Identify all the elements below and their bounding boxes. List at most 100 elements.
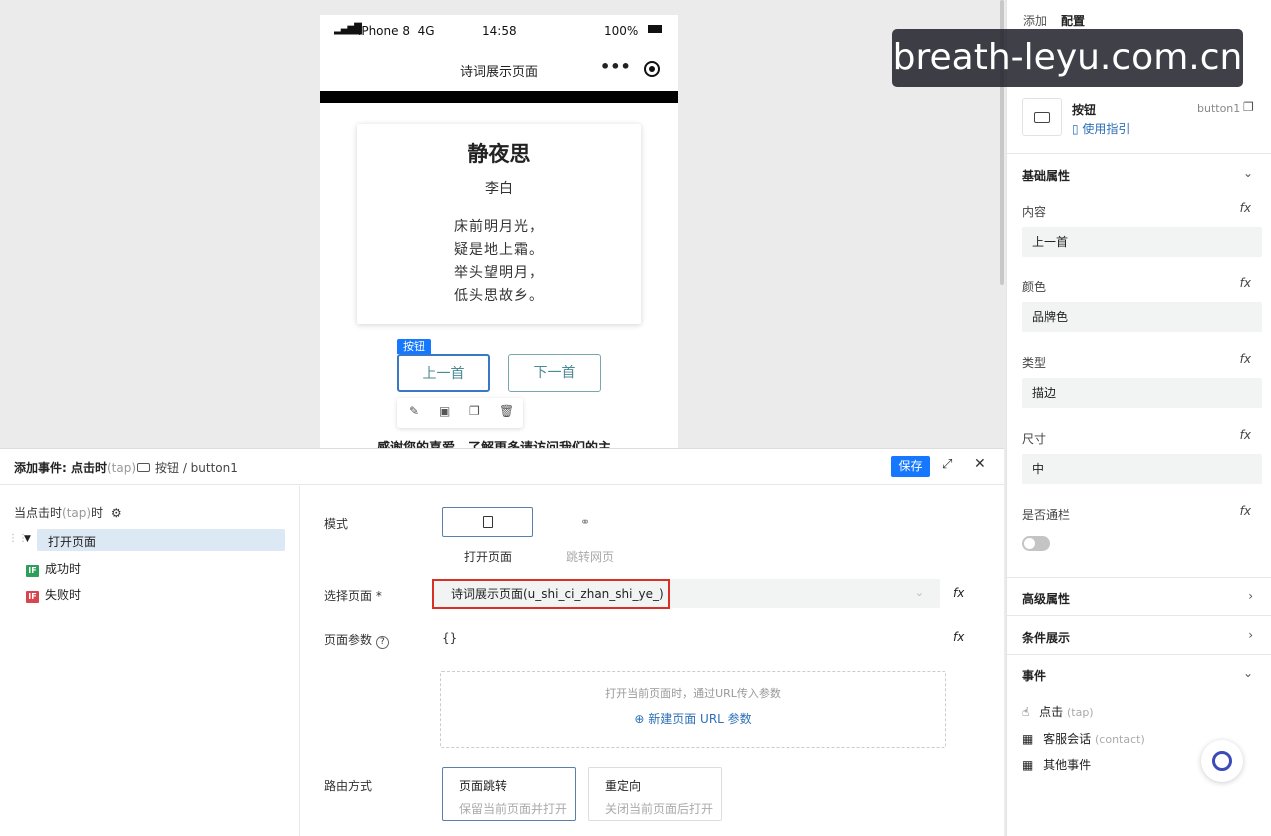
chevron-down-icon: ⌄ xyxy=(914,586,924,599)
design-canvas[interactable]: ▂▄▆█ iPhone 8 4G 14:58 100% 诗词展示页面 ••• 静… xyxy=(0,0,1004,448)
condition-section-title[interactable]: 条件展示 xyxy=(1022,629,1070,646)
copy-icon[interactable]: ❐ xyxy=(469,404,480,418)
events-section-title[interactable]: 事件 xyxy=(1022,667,1046,684)
params-hint: 打开当前页面时，通过URL传入参数 xyxy=(605,687,781,700)
fx-icon[interactable]: fx xyxy=(1240,276,1251,290)
route-option-redirect[interactable]: 重定向 关闭当前页面后打开 xyxy=(588,767,722,821)
more-icon[interactable]: ••• xyxy=(600,57,631,76)
fx-icon[interactable]: fx xyxy=(953,630,964,644)
expand-icon[interactable]: ⤢ xyxy=(942,457,952,472)
new-param-button[interactable]: ⊕ 新建页面 URL 参数 xyxy=(441,710,945,727)
selected-page-value[interactable]: 诗词展示页面(u_shi_ci_zhan_shi_ye_) xyxy=(432,579,670,609)
calendar-icon: ▦ xyxy=(1022,732,1038,746)
event-label: 其他事件 xyxy=(1043,758,1092,772)
mode-open-page[interactable] xyxy=(442,507,533,537)
plus-circle-icon: ⊕ xyxy=(634,712,649,726)
footer-text: 感谢您的喜爱，了解更多请访问我们的主 xyxy=(377,437,611,448)
edit-icon[interactable]: ✎ xyxy=(409,404,419,418)
color-label: 颜色 xyxy=(1022,280,1047,294)
fx-icon[interactable]: fx xyxy=(953,586,964,600)
route-option-desc: 关闭当前页面后打开 xyxy=(605,802,714,816)
breadcrumb-text: 按钮 / button1 xyxy=(155,461,238,475)
type-select[interactable]: 描边 xyxy=(1022,378,1262,408)
route-option-title: 重定向 xyxy=(605,779,642,793)
event-contact[interactable]: ▦ 客服会话 (contact) xyxy=(1022,730,1145,747)
fx-icon[interactable]: fx xyxy=(1240,504,1251,518)
signal-icon: ▂▄▆█ xyxy=(334,24,362,35)
advanced-section-title[interactable]: 高级属性 xyxy=(1022,590,1070,607)
chevron-down-icon[interactable]: ⌄ xyxy=(1243,166,1253,180)
poem-author: 李白 xyxy=(485,181,513,197)
event-label: 客服会话 xyxy=(1043,732,1092,746)
page-params-label: 页面参数 ? xyxy=(324,631,389,649)
route-label: 路由方式 xyxy=(324,779,373,793)
tap-icon: ☝ xyxy=(1022,705,1034,719)
mode-open-page-label: 打开页面 xyxy=(464,550,513,564)
save-button[interactable]: 保存 xyxy=(891,456,930,477)
poem-card[interactable]: 静夜思 李白 床前明月光， 疑是地上霜。 举头望明月， 低头思故乡。 xyxy=(357,124,641,324)
component-id: button1 xyxy=(1197,102,1241,115)
settings-icon[interactable]: ⚙ xyxy=(111,506,122,520)
page-params-value[interactable]: {} xyxy=(442,631,457,645)
mode-jump-web-label: 跳转网页 xyxy=(566,550,615,564)
editor-title: 添加事件: 点击时(tap) xyxy=(14,459,136,476)
assistant-button[interactable] xyxy=(1201,740,1243,782)
tab-config[interactable]: 配置 xyxy=(1061,12,1085,29)
content-input[interactable]: 上一首 xyxy=(1022,227,1262,257)
size-label: 尺寸 xyxy=(1022,432,1047,446)
fx-icon[interactable]: fx xyxy=(1240,352,1251,366)
event-label: 点击 xyxy=(1039,705,1064,719)
if-icon: IF xyxy=(26,591,39,603)
close-icon[interactable]: ✕ xyxy=(974,456,986,472)
trigger-label: 当点击时(tap)时 ⚙ xyxy=(14,504,122,521)
size-select[interactable]: 中 xyxy=(1022,454,1262,484)
button-icon xyxy=(137,463,150,472)
delete-icon[interactable]: 🗑 xyxy=(499,404,514,418)
content-label: 内容 xyxy=(1022,205,1047,219)
fx-icon[interactable]: fx xyxy=(1240,428,1251,442)
nav-bar: 诗词展示页面 ••• xyxy=(320,47,678,91)
caret-down-icon[interactable]: ▼ xyxy=(24,534,31,544)
battery-icon xyxy=(648,25,662,33)
tree-item-fail[interactable]: IF 失败时 xyxy=(26,586,81,603)
chevron-right-icon[interactable]: › xyxy=(1248,628,1253,642)
mode-jump-web[interactable]: ⚭ xyxy=(580,515,590,529)
fullwidth-toggle[interactable] xyxy=(1022,536,1050,551)
basic-section-title[interactable]: 基础属性 xyxy=(1022,167,1070,184)
trigger-sub: (tap) xyxy=(62,506,92,520)
component-name: 按钮 xyxy=(1072,103,1097,117)
fx-icon[interactable]: fx xyxy=(1240,201,1251,215)
next-poem-button[interactable]: 下一首 xyxy=(508,354,601,392)
fullwidth-label: 是否通栏 xyxy=(1022,508,1071,522)
if-icon: IF xyxy=(26,565,39,577)
event-editor: 添加事件: 点击时(tap) 按钮 / button1 保存 ⤢ ✕ 当点击时(… xyxy=(0,448,1004,836)
prev-poem-button[interactable]: 上一首 xyxy=(397,354,490,392)
chevron-right-icon[interactable]: › xyxy=(1248,589,1253,603)
tree-item-success[interactable]: IF 成功时 xyxy=(26,560,81,577)
color-select[interactable]: 品牌色 xyxy=(1022,302,1262,332)
route-option-navigate[interactable]: 页面跳转 保留当前页面并打开 xyxy=(442,767,576,821)
status-bar: ▂▄▆█ iPhone 8 4G 14:58 100% xyxy=(320,15,678,47)
tab-add[interactable]: 添加 xyxy=(1023,12,1047,29)
route-option-desc: 保留当前页面并打开 xyxy=(459,802,568,816)
divider xyxy=(1007,615,1271,616)
event-sub: (contact) xyxy=(1095,733,1145,746)
editor-header: 添加事件: 点击时(tap) 按钮 / button1 保存 ⤢ ✕ xyxy=(0,449,1004,485)
guide-link[interactable]: ▯ 使用指引 xyxy=(1072,120,1130,137)
success-label: 成功时 xyxy=(45,562,82,576)
route-option-title: 页面跳转 xyxy=(459,779,508,793)
event-other[interactable]: ▦ 其他事件 xyxy=(1022,756,1091,773)
chevron-down-icon[interactable]: ⌄ xyxy=(1243,666,1253,680)
capsule-close-icon[interactable] xyxy=(644,61,660,77)
save-icon[interactable]: ▣ xyxy=(439,404,450,418)
watermark: breath-leyu.com.cn xyxy=(892,29,1243,87)
event-tap[interactable]: ☝ 点击 (tap) xyxy=(1022,703,1094,720)
help-icon[interactable]: ? xyxy=(375,636,389,649)
battery-text: 100% xyxy=(604,24,639,38)
clock-text: 14:58 xyxy=(482,24,517,38)
editor-title-sub: (tap) xyxy=(106,461,137,475)
poem-line: 疑是地上霜。 xyxy=(454,242,544,258)
copy-id-icon[interactable]: ❐ xyxy=(1243,100,1254,114)
selected-component-tag: 按钮 xyxy=(397,339,431,354)
poem-lines: 床前明月光， 疑是地上霜。 举头望明月， 低头思故乡。 xyxy=(357,216,641,308)
